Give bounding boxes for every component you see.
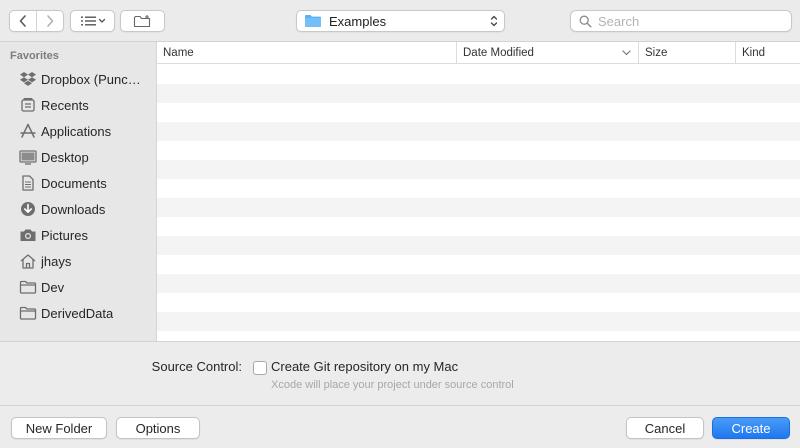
home-icon: [18, 251, 38, 271]
create-button[interactable]: Create: [712, 417, 790, 439]
empty-row: [157, 217, 800, 236]
pictures-icon: [18, 225, 38, 245]
empty-row: [157, 179, 800, 198]
sidebar-item-pictures[interactable]: Pictures: [0, 222, 156, 248]
view-options-button[interactable]: [70, 10, 115, 32]
sidebar-item-label: jhays: [41, 253, 72, 269]
empty-row: [157, 198, 800, 217]
sidebar-item-recents[interactable]: Recents: [0, 92, 156, 118]
location-label: Examples: [329, 13, 387, 29]
toolbar: Examples Search: [0, 0, 800, 42]
chevron-right-icon: [47, 15, 54, 27]
empty-row: [157, 312, 800, 331]
updown-chevron-icon: [490, 15, 498, 27]
sidebar-item-label: DerivedData: [41, 305, 114, 321]
sidebar: Favorites Dropbox (Punc… Recents Applica…: [0, 42, 157, 341]
column-header-kind[interactable]: Kind: [735, 42, 800, 64]
sidebar-item-documents[interactable]: Documents: [0, 170, 156, 196]
sidebar-item-label: Pictures: [41, 227, 88, 243]
new-folder-toolbar-button[interactable]: [120, 10, 165, 32]
folder-icon: [305, 15, 321, 27]
documents-icon: [18, 173, 38, 193]
new-folder-icon: [133, 15, 150, 28]
applications-icon: [18, 121, 38, 141]
empty-row: [157, 65, 800, 84]
dropbox-icon: [18, 69, 38, 89]
search-field[interactable]: Search: [570, 10, 792, 32]
navigation-group: [9, 10, 64, 32]
bottom-bar: New Folder Options Cancel Create: [0, 405, 800, 448]
column-headers: Name Date Modified Size Kind: [157, 42, 800, 64]
sidebar-item-label: Applications: [41, 123, 112, 139]
downloads-icon: [18, 199, 38, 219]
chevron-down-icon: [622, 50, 631, 56]
empty-row: [157, 160, 800, 179]
sidebar-item-label: Dev: [41, 279, 65, 295]
source-control-label: Source Control:: [151, 359, 242, 374]
new-folder-button[interactable]: New Folder: [11, 417, 107, 439]
search-placeholder: Search: [598, 13, 640, 29]
sidebar-item-jhays[interactable]: jhays: [0, 248, 156, 274]
file-list[interactable]: Name Date Modified Size Kind: [157, 42, 800, 341]
empty-row: [157, 141, 800, 160]
sidebar-item-deriveddata[interactable]: DerivedData: [0, 300, 156, 326]
sidebar-item-applications[interactable]: Applications: [0, 118, 156, 144]
git-repository-checkbox[interactable]: [253, 361, 267, 375]
sidebar-item-label: Recents: [41, 97, 89, 113]
source-control-panel: Source Control: Create Git repository on…: [0, 341, 800, 405]
sidebar-heading-favorites: Favorites: [10, 50, 59, 62]
sidebar-item-downloads[interactable]: Downloads: [0, 196, 156, 222]
chevron-left-icon: [19, 15, 27, 27]
empty-row: [157, 236, 800, 255]
column-header-name[interactable]: Name: [157, 42, 456, 64]
git-repository-label[interactable]: Create Git repository on my Mac: [271, 359, 458, 374]
empty-row: [157, 103, 800, 122]
cancel-button[interactable]: Cancel: [626, 417, 704, 439]
location-popup[interactable]: Examples: [296, 10, 505, 32]
file-rows: [157, 65, 800, 341]
sidebar-item-dev[interactable]: Dev: [0, 274, 156, 300]
back-button[interactable]: [10, 11, 36, 31]
forward-button[interactable]: [36, 11, 63, 31]
folder-icon: [18, 277, 38, 297]
empty-row: [157, 122, 800, 141]
empty-row: [157, 255, 800, 274]
options-button[interactable]: Options: [116, 417, 200, 439]
column-header-date-modified[interactable]: Date Modified: [456, 42, 638, 64]
column-header-label: Date Modified: [463, 47, 534, 59]
empty-row: [157, 84, 800, 103]
sidebar-item-label: Desktop: [41, 149, 89, 165]
empty-row: [157, 274, 800, 293]
empty-row: [157, 331, 800, 341]
recents-icon: [18, 95, 38, 115]
list-view-icon: [80, 16, 105, 26]
sidebar-item-dropbox[interactable]: Dropbox (Punc…: [0, 66, 156, 92]
sidebar-item-label: Downloads: [41, 201, 106, 217]
folder-icon: [18, 303, 38, 323]
git-help-text: Xcode will place your project under sour…: [271, 379, 514, 391]
column-header-size[interactable]: Size: [638, 42, 735, 64]
sidebar-item-desktop[interactable]: Desktop: [0, 144, 156, 170]
sidebar-item-label: Documents: [41, 175, 107, 191]
search-icon: [579, 15, 592, 27]
sidebar-item-label: Dropbox (Punc…: [41, 71, 141, 87]
desktop-icon: [18, 147, 38, 167]
empty-row: [157, 293, 800, 312]
